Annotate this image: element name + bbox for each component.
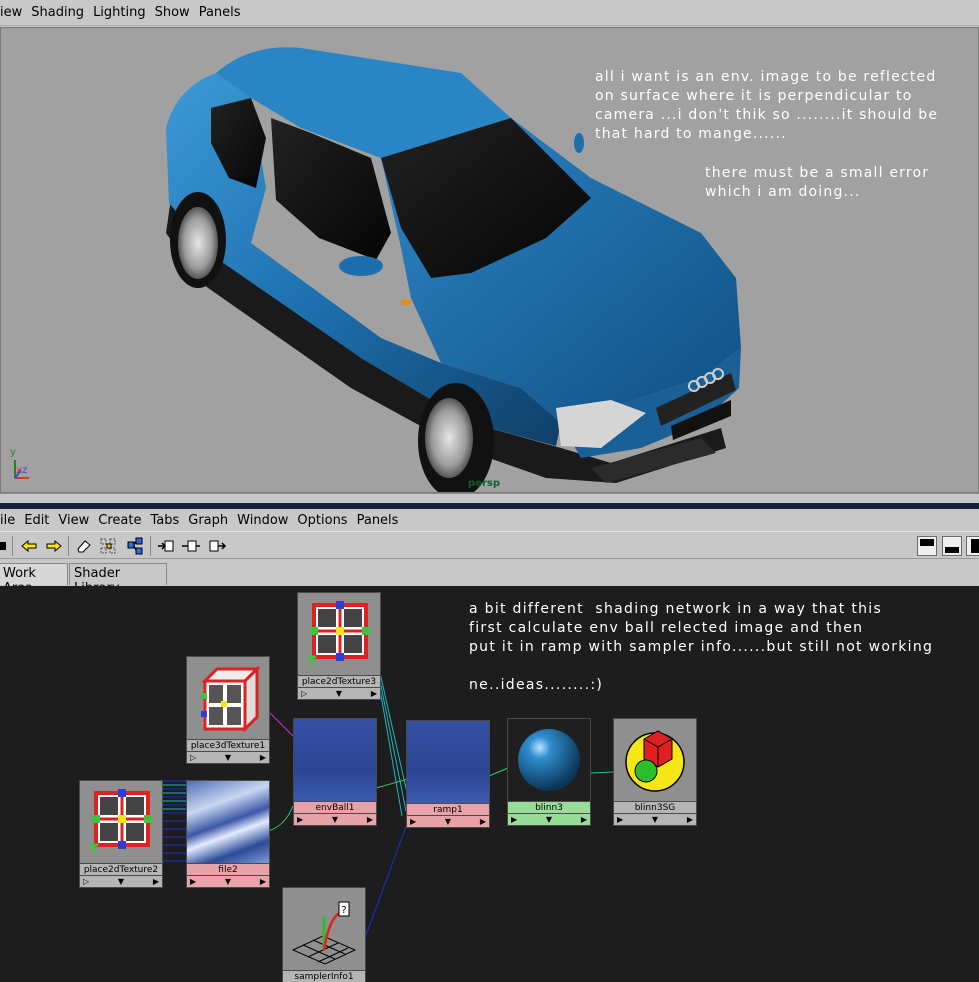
hypershade-toolbar <box>0 531 979 559</box>
node-place3dtexture1[interactable]: place3dTexture1 ▷ ▼ ▶ <box>186 656 270 764</box>
node-label: blinn3SG <box>613 802 697 814</box>
work-area[interactable]: place2dTexture3 ▷ ▼ ▶ place3dTexture1 ▷ ▼ ▶ … <box>0 586 979 982</box>
layout-side-icon[interactable] <box>966 536 979 556</box>
work-area-note: a bit different shading network in a way… <box>469 601 934 693</box>
menu-panels[interactable]: Panels <box>357 513 399 528</box>
menu-file[interactable]: ile <box>0 513 15 528</box>
node-label: file2 <box>186 864 270 876</box>
toolbar-separator <box>150 536 151 556</box>
node-ports[interactable]: ▶ ▼ ▶ <box>406 816 490 828</box>
node-ports[interactable]: ▶ ▼ ▶ <box>293 814 377 826</box>
menu-lighting[interactable]: Lighting <box>93 5 146 20</box>
node-envball1[interactable]: envBall1 ▶ ▼ ▶ <box>293 718 377 826</box>
svg-text:?: ? <box>341 905 346 916</box>
node-label: samplerInfo1 <box>282 971 366 982</box>
layout-bottom-icon[interactable] <box>942 536 962 556</box>
menu-show[interactable]: Show <box>155 5 190 20</box>
node-place2dtexture2[interactable]: place2dTexture2 ▷ ▼ ▶ <box>79 780 163 888</box>
menu-create[interactable]: Create <box>98 513 141 528</box>
node-ports[interactable]: ▷ ▼ ▶ <box>297 688 381 700</box>
axis-y-label: y <box>10 447 16 458</box>
node-ports[interactable]: ▶ ▼ ▶ <box>507 814 591 826</box>
node-blinn3[interactable]: blinn3 ▶ ▼ ▶ <box>507 718 591 826</box>
menu-view[interactable]: iew <box>0 5 22 20</box>
hypershade-tabs: Work Area Shader Library <box>0 560 979 596</box>
menu-options[interactable]: Options <box>297 513 347 528</box>
app-window: iew Shading Lighting Show Panels all i w… <box>0 0 979 982</box>
panel-divider[interactable] <box>0 493 979 503</box>
toolbar-separator <box>68 536 69 556</box>
node-label: place2dTexture3 <box>297 676 381 688</box>
node-label: place2dTexture2 <box>79 864 163 876</box>
node-label: place3dTexture1 <box>186 740 270 752</box>
menu-tabs[interactable]: Tabs <box>150 513 179 528</box>
menu-view[interactable]: View <box>58 513 89 528</box>
tab-work-area[interactable]: Work Area <box>0 563 68 596</box>
node-ports[interactable]: ▶ ▼ ▶ <box>613 814 697 826</box>
forward-arrow-icon[interactable] <box>45 537 63 555</box>
node-label: blinn3 <box>507 802 591 814</box>
toolbar-separator <box>12 536 13 556</box>
eraser-icon[interactable] <box>75 537 93 555</box>
menu-window[interactable]: Window <box>237 513 288 528</box>
place2d-icon <box>297 592 381 676</box>
node-ports[interactable]: ▷ ▼ ▶ <box>186 752 270 764</box>
menu-panels[interactable]: Panels <box>199 5 241 20</box>
node-blinn3sg[interactable]: blinn3SG ▶ ▼ ▶ <box>613 718 697 826</box>
camera-label: persp <box>468 478 500 489</box>
viewport-note-2: there must be a small error which i am d… <box>705 165 930 200</box>
shading-group-icon <box>613 718 697 802</box>
node-place2dtexture3[interactable]: place2dTexture3 ▷ ▼ ▶ <box>297 592 381 700</box>
tab-shader-library[interactable]: Shader Library <box>69 563 167 596</box>
envball-swatch <box>293 718 377 802</box>
blinn-sphere-swatch <box>507 718 591 802</box>
sampler-info-icon: ? <box>282 887 366 971</box>
place2d-icon <box>79 780 163 864</box>
graph-network-icon[interactable] <box>126 537 144 555</box>
node-label: envBall1 <box>293 802 377 814</box>
node-ports[interactable]: ▷ ▼ ▶ <box>79 876 163 888</box>
viewport-menubar: iew Shading Lighting Show Panels <box>0 0 979 26</box>
viewport-note-1: all i want is an env. image to be reflec… <box>595 69 939 142</box>
node-ramp1[interactable]: ramp1 ▶ ▼ ▶ <box>406 720 490 828</box>
output-connections-icon[interactable] <box>208 537 226 555</box>
input-output-connections-icon[interactable] <box>182 537 200 555</box>
file-texture-swatch <box>186 780 270 864</box>
menu-shading[interactable]: Shading <box>31 5 84 20</box>
back-arrow-icon[interactable] <box>20 537 38 555</box>
node-label: ramp1 <box>406 804 490 816</box>
menu-graph[interactable]: Graph <box>188 513 228 528</box>
toolbar-edge-icon[interactable] <box>0 537 8 555</box>
input-connections-icon[interactable] <box>157 537 175 555</box>
node-file2[interactable]: file2 ▶ ▼ ▶ <box>186 780 270 888</box>
place3d-cube-icon <box>186 656 270 740</box>
perspective-viewport[interactable]: all i want is an env. image to be reflec… <box>0 27 979 493</box>
layout-top-icon[interactable] <box>917 536 937 556</box>
axis-z-label: z <box>22 465 28 476</box>
menu-edit[interactable]: Edit <box>24 513 49 528</box>
grid-layout-icon[interactable] <box>100 537 118 555</box>
hypershade-menubar: ile Edit View Create Tabs Graph Window O… <box>0 509 979 531</box>
node-ports[interactable]: ▶ ▼ ▶ <box>186 876 270 888</box>
ramp-swatch <box>406 720 490 804</box>
node-samplerinfo1[interactable]: ? samplerInfo1 <box>282 887 366 982</box>
